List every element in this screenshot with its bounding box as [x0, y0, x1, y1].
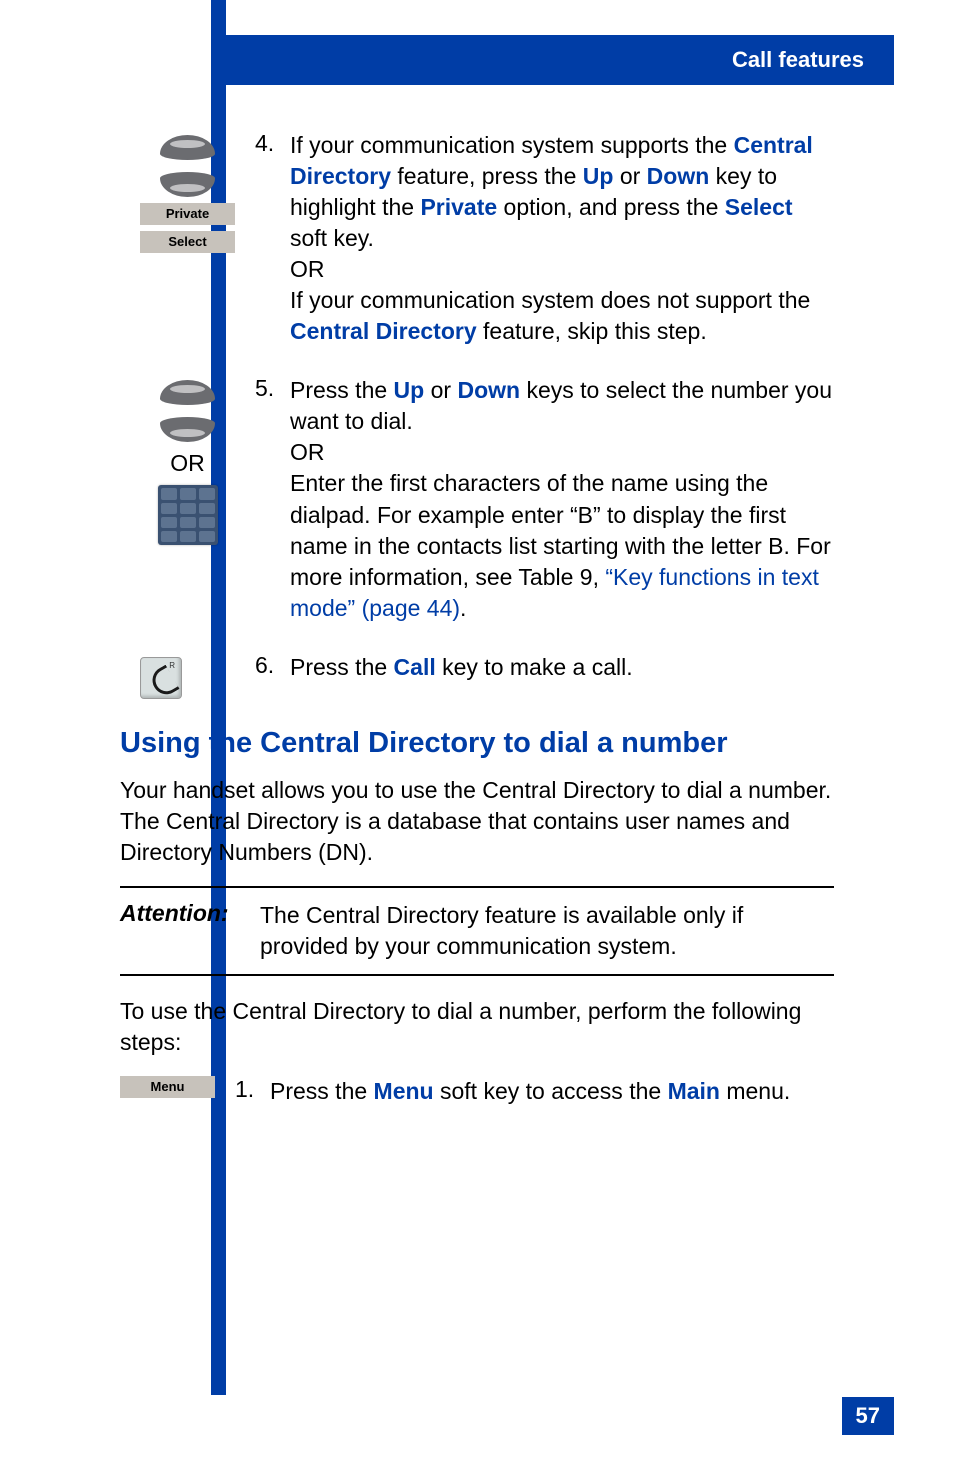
call-key-icon — [140, 657, 182, 699]
central-directory-term-2: Central Directory — [290, 318, 477, 344]
step1-body: Press the Menu soft key to access the Ma… — [270, 1076, 790, 1107]
menu-term: Menu — [374, 1078, 434, 1104]
page-number: 57 — [842, 1397, 894, 1435]
step4-number: 4. — [255, 130, 290, 347]
step4-icons: Private Select — [120, 130, 255, 253]
step5-number: 5. — [255, 375, 290, 623]
private-term: Private — [420, 194, 497, 220]
step-6: 6. Press the Call key to make a call. — [120, 652, 834, 699]
section-intro: Your handset allows you to use the Centr… — [120, 775, 834, 868]
step-5: OR 5. Press the Up or Down keys to selec… — [120, 375, 834, 623]
up-key-term: Up — [583, 163, 614, 189]
call-key-term: Call — [394, 654, 436, 680]
up-key-term: Up — [394, 377, 425, 403]
private-softkey[interactable]: Private — [140, 203, 235, 225]
step1-number: 1. — [235, 1076, 270, 1107]
attention-text: The Central Directory feature is availab… — [260, 900, 834, 962]
header-title: Call features — [732, 47, 864, 73]
attention-box: Attention: The Central Directory feature… — [120, 886, 834, 976]
select-softkey[interactable]: Select — [140, 231, 235, 253]
dialpad-icon — [158, 485, 218, 545]
down-arrow-icon — [160, 417, 215, 442]
select-term: Select — [725, 194, 793, 220]
up-arrow-icon — [160, 380, 215, 405]
step4-body: If your communication system supports th… — [290, 130, 834, 347]
step5-body: Press the Up or Down keys to select the … — [290, 375, 834, 623]
step-1: Menu 1. Press the Menu soft key to acces… — [120, 1076, 834, 1107]
step6-icons — [120, 652, 255, 699]
page-content: Private Select 4. If your communication … — [120, 130, 834, 1107]
or-label: OR — [170, 450, 205, 477]
header-bar: Call features — [226, 35, 894, 85]
step6-body: Press the Call key to make a call. — [290, 652, 633, 683]
down-arrow-icon — [160, 172, 215, 197]
main-term: Main — [668, 1078, 720, 1104]
down-key-term: Down — [457, 377, 520, 403]
step-4: Private Select 4. If your communication … — [120, 130, 834, 347]
menu-softkey[interactable]: Menu — [120, 1076, 215, 1098]
attention-label: Attention: — [120, 900, 260, 962]
step5-icons: OR — [120, 375, 255, 545]
up-arrow-icon — [160, 135, 215, 160]
down-key-term: Down — [647, 163, 710, 189]
section-heading: Using the Central Directory to dial a nu… — [120, 727, 834, 760]
lead-in-text: To use the Central Directory to dial a n… — [120, 996, 834, 1058]
step6-number: 6. — [255, 652, 290, 683]
